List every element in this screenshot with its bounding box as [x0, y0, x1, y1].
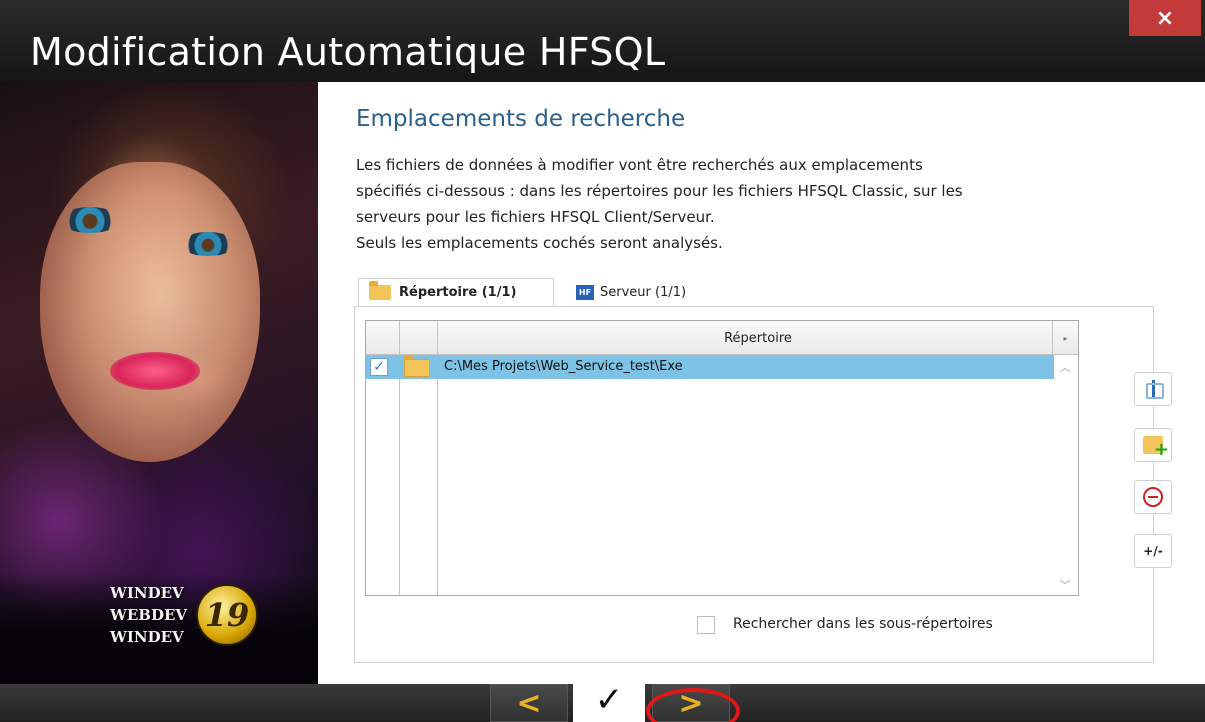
close-button[interactable]: × [1129, 0, 1201, 36]
brand-windev-mobile: WINDEV [110, 628, 184, 646]
description-line: serveurs pour les fichiers HFSQL Client/… [356, 208, 715, 226]
remove-icon [1143, 487, 1163, 507]
header-repertoire[interactable]: Répertoire [438, 321, 1078, 355]
scroll-down-icon[interactable]: ﹀ [1056, 577, 1074, 592]
tab-serveur[interactable]: HF Serveur (1/1) [572, 278, 686, 306]
subdirectories-checkbox[interactable] [697, 616, 715, 634]
finish-button[interactable]: ✓ [573, 678, 645, 722]
remove-button[interactable] [1134, 480, 1172, 514]
promo-eye-left [60, 207, 120, 233]
brand-logo: WINDEV WEBDEV WINDEV [110, 582, 187, 648]
directory-table[interactable]: Répertoire ▸ ✓ C:\Mes Projets\Web_Servic… [365, 320, 1079, 596]
edit-icon [1146, 380, 1164, 399]
tab-serveur-label: Serveur (1/1) [600, 284, 687, 300]
version-badge: 19 [196, 584, 258, 646]
table-header: Répertoire ▸ [366, 321, 1078, 355]
description-line: Seuls les emplacements cochés seront ana… [356, 234, 723, 252]
column-menu-icon[interactable]: ▸ [1052, 321, 1078, 355]
navigation-bar: < ✓ > [0, 678, 1205, 722]
hf-icon: HF [576, 284, 594, 300]
toggle-check-label: +/- [1143, 544, 1163, 558]
row-path[interactable]: C:\Mes Projets\Web_Service_test\Exe [444, 355, 683, 379]
previous-button[interactable]: < [490, 684, 568, 722]
wizard-content: Emplacements de recherche Les fichiers d… [318, 82, 1205, 684]
tab-panel: Répertoire ▸ ✓ C:\Mes Projets\Web_Servic… [354, 306, 1154, 663]
add-folder-icon [1143, 436, 1169, 460]
column-divider [399, 355, 400, 595]
page-description: Les fichiers de données à modifier vont … [356, 152, 1166, 256]
subdirectories-label[interactable]: Rechercher dans les sous-répertoires [733, 616, 993, 632]
page-heading: Emplacements de recherche [356, 106, 686, 132]
folder-icon [369, 280, 391, 300]
promo-face [40, 162, 260, 462]
brand-webdev: WEBDEV [110, 606, 188, 624]
row-folder-icon [404, 355, 430, 377]
window-title: Modification Automatique HFSQL [30, 30, 666, 74]
tab-repertoire-label: Répertoire (1/1) [399, 284, 517, 300]
title-bar: Modification Automatique HFSQL × [0, 0, 1205, 82]
promo-lips [110, 352, 200, 390]
description-line: spécifiés ci-dessous : dans les répertoi… [356, 182, 963, 200]
add-folder-button[interactable] [1134, 428, 1172, 462]
description-line: Les fichiers de données à modifier vont … [356, 156, 923, 174]
brand-windev: WINDEV [110, 584, 184, 602]
promo-image: WINDEV WEBDEV WINDEV 19 [0, 82, 318, 684]
row-checkbox[interactable]: ✓ [370, 358, 388, 376]
promo-eye-right [180, 232, 236, 256]
toggle-check-button[interactable]: +/- [1134, 534, 1172, 568]
column-divider [437, 355, 438, 595]
tab-repertoire[interactable]: Répertoire (1/1) [358, 278, 554, 306]
header-icon-column [400, 321, 438, 355]
scroll-up-icon[interactable]: ︿ [1056, 359, 1074, 374]
header-check-column [366, 321, 400, 355]
edit-button[interactable] [1134, 372, 1172, 406]
